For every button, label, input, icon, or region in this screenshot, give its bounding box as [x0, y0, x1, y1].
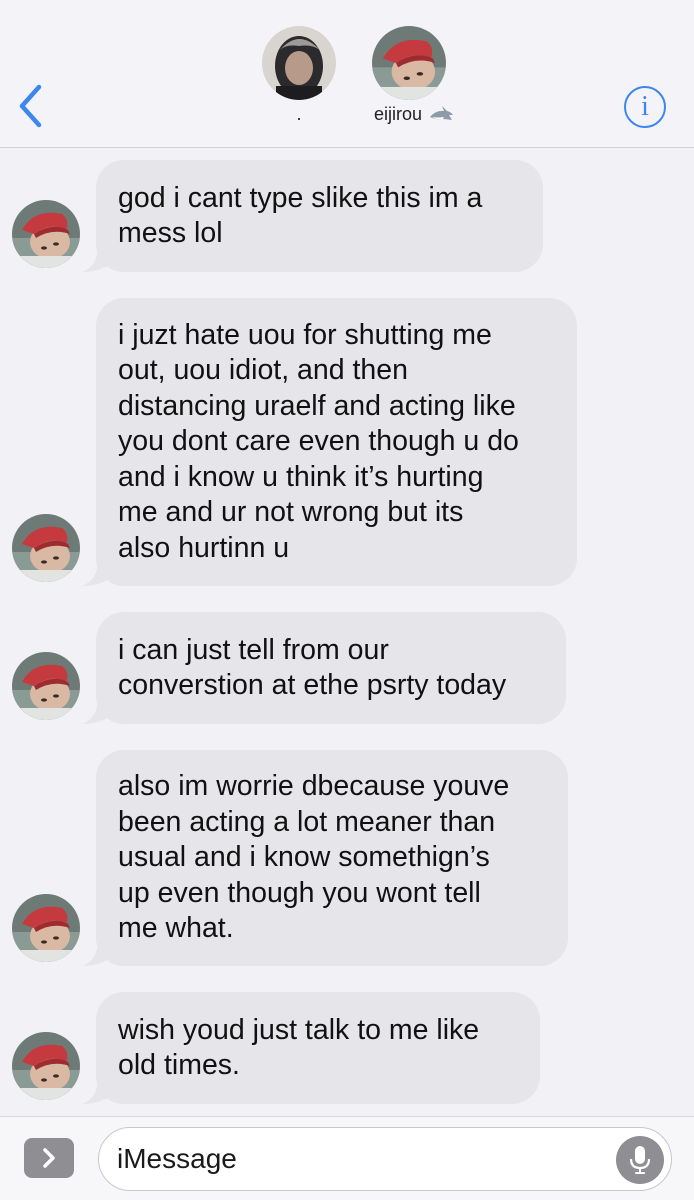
- microphone-icon: [629, 1146, 651, 1174]
- microphone-button[interactable]: [616, 1136, 664, 1184]
- sender-avatar[interactable]: [12, 200, 80, 268]
- message-text: i can just tell from our converstion at …: [118, 633, 507, 702]
- apps-button[interactable]: [24, 1138, 74, 1178]
- sender-avatar[interactable]: [12, 514, 80, 582]
- sender-avatar[interactable]: [12, 652, 80, 720]
- message-bubble[interactable]: also im worrie dbecause youve been actin…: [82, 750, 568, 966]
- message-text: god i cant type slike this im a mess lol: [118, 181, 483, 250]
- message-bubble[interactable]: wish youd just talk to me like old times…: [82, 992, 540, 1104]
- shark-icon: [430, 106, 454, 121]
- bubble-tail: [82, 560, 112, 586]
- chevron-right-icon: [43, 1148, 55, 1168]
- bubble-tail: [82, 940, 112, 966]
- bubble-tail: [82, 1078, 112, 1104]
- sender-avatar[interactable]: [12, 1032, 80, 1100]
- message-bubble[interactable]: i juzt hate uou for shutting me out, uou…: [82, 298, 577, 586]
- contact-name-1: .: [296, 104, 302, 124]
- bubble-tail: [82, 698, 112, 724]
- contact-name-2: eijirou: [373, 104, 423, 124]
- message-text: wish youd just talk to me like old times…: [118, 1013, 480, 1082]
- message-composer: [0, 1116, 694, 1200]
- message-input[interactable]: [98, 1127, 672, 1191]
- sender-avatar[interactable]: [12, 894, 80, 962]
- message-bubble[interactable]: god i cant type slike this im a mess lol: [82, 160, 543, 272]
- info-button[interactable]: i: [624, 86, 666, 128]
- back-button[interactable]: [10, 82, 50, 130]
- bubble-tail: [82, 246, 112, 272]
- chevron-left-icon: [19, 84, 42, 128]
- conversation-header: . eijirou i: [0, 0, 694, 148]
- message-bubble[interactable]: i can just tell from our converstion at …: [82, 612, 566, 724]
- message-text: i juzt hate uou for shutting me out, uou…: [118, 318, 519, 564]
- message-text: also im worrie dbecause youve been actin…: [118, 770, 510, 945]
- info-icon: i: [641, 91, 649, 122]
- contact-avatar-2[interactable]: [372, 26, 446, 100]
- contact-name-2-row: eijirou: [344, 104, 484, 125]
- contact-avatar-1[interactable]: [262, 26, 336, 100]
